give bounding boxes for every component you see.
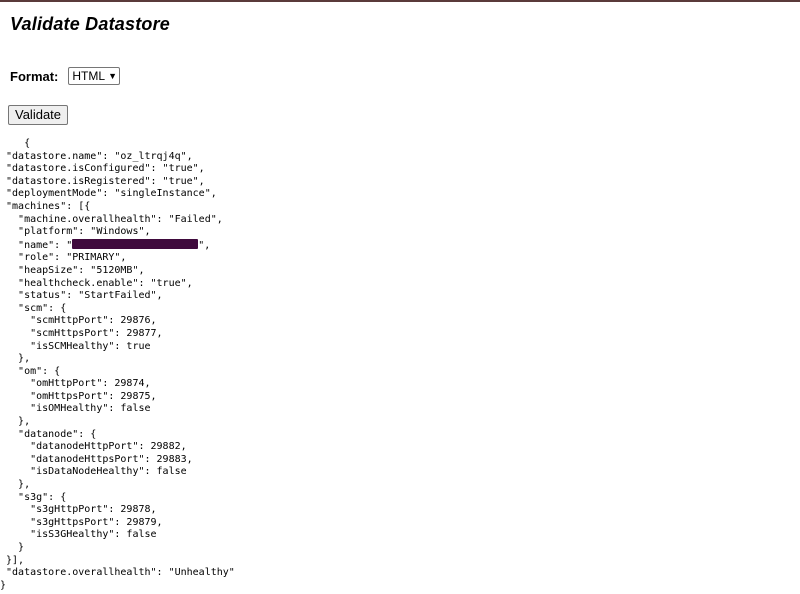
- json-line: },: [0, 353, 31, 365]
- format-row: Format: HTML ▼: [10, 67, 120, 85]
- json-line: {: [0, 138, 31, 149]
- json-line: "datastore.isConfigured": "true",: [0, 163, 205, 175]
- redacted-machine-name: [72, 238, 199, 249]
- json-line: "scmHttpsPort": 29877,: [0, 327, 163, 339]
- json-line: "datastore.isRegistered": "true",: [0, 175, 205, 187]
- json-line: "datanodeHttpsPort": 29883,: [0, 453, 193, 465]
- json-line: "datanode": {: [0, 428, 97, 440]
- json-line: "isSCMHealthy": true: [0, 340, 151, 352]
- json-line: "datastore.overallhealth": "Unhealthy": [0, 567, 235, 579]
- json-line: "s3gHttpsPort": 29879,: [0, 516, 163, 528]
- json-line: "isS3GHealthy": false: [0, 529, 157, 541]
- json-output: { "datastore.name": "oz_ltrqj4q", "datas…: [0, 138, 235, 592]
- json-line-prefix: "name": ": [0, 239, 73, 251]
- json-line: },: [0, 479, 31, 491]
- page-title: Validate Datastore: [10, 14, 170, 34]
- json-line: "isOMHealthy": false: [0, 403, 151, 415]
- json-line: "machines": [{: [0, 200, 91, 212]
- json-line: "scmHttpPort": 29876,: [0, 315, 157, 327]
- json-line: "platform": "Windows",: [0, 226, 151, 238]
- json-line: "healthcheck.enable": "true",: [0, 277, 193, 289]
- json-line: "s3g": {: [0, 491, 67, 503]
- json-line-suffix: ",: [198, 239, 211, 251]
- json-line: "omHttpsPort": 29875,: [0, 390, 157, 402]
- json-line: "role": "PRIMARY",: [0, 252, 127, 264]
- json-line: "status": "StartFailed",: [0, 290, 163, 302]
- json-line: },: [0, 416, 31, 428]
- json-line: "heapSize": "5120MB",: [0, 264, 145, 276]
- top-divider: [0, 0, 800, 2]
- format-label: Format:: [10, 68, 59, 84]
- json-line: "omHttpPort": 29874,: [0, 378, 151, 390]
- json-line: }: [0, 542, 25, 553]
- json-line: "machine.overallhealth": "Failed",: [0, 213, 223, 225]
- json-line: "name": " ",: [0, 238, 211, 251]
- json-line: "scm": {: [0, 302, 67, 314]
- json-line: "isDataNodeHealthy": false: [0, 466, 187, 478]
- json-line: "datanodeHttpPort": 29882,: [0, 441, 187, 453]
- json-line: "datastore.name": "oz_ltrqj4q",: [0, 150, 193, 162]
- validate-button[interactable]: Validate: [8, 105, 69, 125]
- json-line: }: [0, 579, 7, 591]
- json-line: "deploymentMode": "singleInstance",: [0, 188, 217, 200]
- chevron-down-icon: ▼: [108, 70, 117, 81]
- format-select[interactable]: HTML ▼: [68, 67, 120, 85]
- format-select-value: HTML: [72, 69, 106, 83]
- json-line: "om": {: [0, 365, 61, 377]
- json-line: "s3gHttpPort": 29878,: [0, 504, 157, 516]
- json-line: }],: [0, 554, 25, 566]
